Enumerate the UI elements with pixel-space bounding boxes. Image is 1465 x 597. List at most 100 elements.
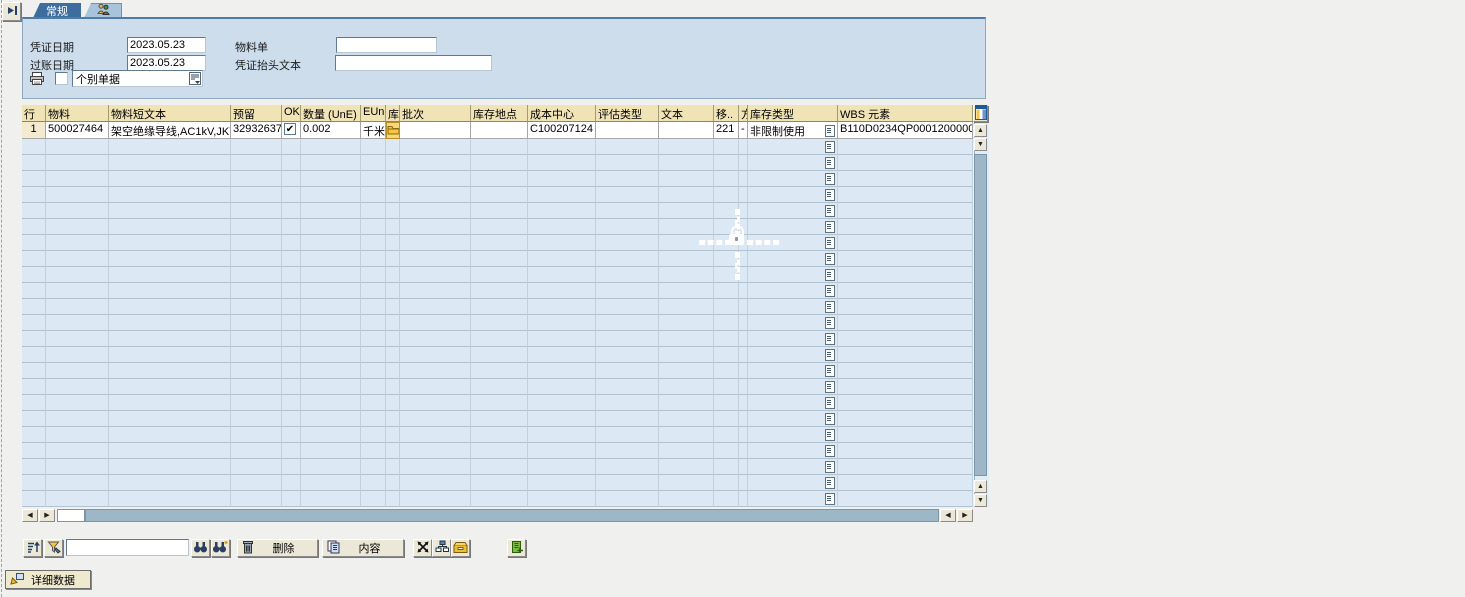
cell-sloc[interactable] xyxy=(386,267,400,283)
cell-stock_type[interactable]: 非限制使用 xyxy=(748,122,838,139)
cell-valuation_type[interactable] xyxy=(596,219,659,235)
cell-batch[interactable] xyxy=(400,155,471,171)
cell-batch[interactable] xyxy=(400,187,471,203)
cell-row_no[interactable] xyxy=(22,139,46,155)
stock-type-dropdown-icon[interactable] xyxy=(825,157,835,169)
cell-text[interactable] xyxy=(659,219,714,235)
cell-quantity[interactable] xyxy=(301,203,361,219)
cell-direction[interactable] xyxy=(739,267,748,283)
cell-wbs_element[interactable] xyxy=(838,475,973,491)
cell-batch[interactable] xyxy=(400,122,471,139)
cell-row_no[interactable] xyxy=(22,427,46,443)
cell-direction[interactable] xyxy=(739,139,748,155)
cell-quantity[interactable] xyxy=(301,443,361,459)
cell-material[interactable] xyxy=(46,219,109,235)
column-header-movement_type[interactable]: 移.. xyxy=(714,105,739,122)
column-header-wbs_element[interactable]: WBS 元素 xyxy=(838,105,973,122)
cell-movement_type[interactable] xyxy=(714,315,739,331)
column-header-row_no[interactable]: 行 xyxy=(22,105,46,122)
cell-reservation[interactable] xyxy=(231,203,282,219)
cell-unit[interactable] xyxy=(361,139,386,155)
cell-movement_type[interactable] xyxy=(714,459,739,475)
cell-sloc[interactable] xyxy=(386,491,400,507)
column-header-direction[interactable]: 方 xyxy=(739,105,748,122)
cell-movement_type[interactable] xyxy=(714,331,739,347)
cell-movement_type[interactable] xyxy=(714,491,739,507)
cell-quantity[interactable] xyxy=(301,459,361,475)
cell-batch[interactable] xyxy=(400,219,471,235)
cell-movement_type[interactable] xyxy=(714,363,739,379)
column-header-batch[interactable]: 批次 xyxy=(400,105,471,122)
cell-unit[interactable] xyxy=(361,427,386,443)
stock-type-dropdown-icon[interactable] xyxy=(825,477,835,489)
cell-reservation[interactable] xyxy=(231,363,282,379)
cell-ok[interactable] xyxy=(282,299,301,315)
cell-material[interactable] xyxy=(46,155,109,171)
cell-row_no[interactable] xyxy=(22,235,46,251)
cell-reservation[interactable] xyxy=(231,379,282,395)
cell-material[interactable] xyxy=(46,347,109,363)
cell-ok[interactable] xyxy=(282,491,301,507)
cell-ok[interactable] xyxy=(282,203,301,219)
cell-unit[interactable] xyxy=(361,411,386,427)
cell-sloc[interactable] xyxy=(386,155,400,171)
cell-row_no[interactable] xyxy=(22,267,46,283)
cell-direction[interactable] xyxy=(739,395,748,411)
cell-text[interactable] xyxy=(659,427,714,443)
cell-quantity[interactable] xyxy=(301,395,361,411)
cell-direction[interactable] xyxy=(739,459,748,475)
cell-stock_type[interactable] xyxy=(748,219,838,235)
cell-sloc[interactable] xyxy=(386,411,400,427)
cell-movement_type[interactable] xyxy=(714,155,739,171)
cell-row_no[interactable] xyxy=(22,187,46,203)
cell-reservation[interactable] xyxy=(231,491,282,507)
cell-direction[interactable] xyxy=(739,475,748,491)
cell-reservation[interactable] xyxy=(231,331,282,347)
column-header-sloc[interactable]: 库.. xyxy=(386,105,400,122)
cell-stock_type[interactable] xyxy=(748,171,838,187)
cell-direction[interactable] xyxy=(739,315,748,331)
cell-movement_type[interactable] xyxy=(714,347,739,363)
cell-sloc[interactable] xyxy=(386,251,400,267)
stock-type-dropdown-icon[interactable] xyxy=(825,221,835,233)
cell-stock_type[interactable] xyxy=(748,251,838,267)
cell-valuation_type[interactable] xyxy=(596,427,659,443)
cell-valuation_type[interactable] xyxy=(596,379,659,395)
cell-short_text[interactable] xyxy=(109,395,231,411)
cell-stock_type[interactable] xyxy=(748,475,838,491)
cell-material[interactable] xyxy=(46,427,109,443)
stock-type-dropdown-icon[interactable] xyxy=(825,349,835,361)
tab-partner[interactable] xyxy=(84,3,122,18)
cell-ok[interactable] xyxy=(282,235,301,251)
cell-short_text[interactable]: 架空绝缘导线,AC1kV,JKYJ, xyxy=(109,122,231,139)
column-header-cost_center[interactable]: 成本中心 xyxy=(528,105,596,122)
cell-sloc[interactable] xyxy=(386,299,400,315)
cell-text[interactable] xyxy=(659,459,714,475)
cell-sloc[interactable] xyxy=(386,235,400,251)
cell-storage_location[interactable] xyxy=(471,299,528,315)
cell-storage_location[interactable] xyxy=(471,122,528,139)
cell-unit[interactable] xyxy=(361,203,386,219)
cell-material[interactable] xyxy=(46,395,109,411)
cell-sloc[interactable] xyxy=(386,203,400,219)
cell-storage_location[interactable] xyxy=(471,411,528,427)
cell-cost_center[interactable] xyxy=(528,283,596,299)
cell-material[interactable]: 500027464 xyxy=(46,122,109,139)
cell-stock_type[interactable] xyxy=(748,331,838,347)
stock-type-dropdown-icon[interactable] xyxy=(825,317,835,329)
cell-sloc[interactable] xyxy=(386,427,400,443)
cell-storage_location[interactable] xyxy=(471,235,528,251)
cell-wbs_element[interactable] xyxy=(838,219,973,235)
cell-valuation_type[interactable] xyxy=(596,235,659,251)
cell-storage_location[interactable] xyxy=(471,395,528,411)
cell-row_no[interactable] xyxy=(22,491,46,507)
cell-reservation[interactable] xyxy=(231,299,282,315)
cell-reservation[interactable] xyxy=(231,315,282,331)
cell-sloc[interactable] xyxy=(386,139,400,155)
cell-row_no[interactable] xyxy=(22,203,46,219)
scroll-down-button[interactable]: ▼ xyxy=(974,138,987,151)
cell-unit[interactable] xyxy=(361,267,386,283)
cell-valuation_type[interactable] xyxy=(596,283,659,299)
collapse-header-button[interactable] xyxy=(2,2,21,21)
cell-text[interactable] xyxy=(659,139,714,155)
